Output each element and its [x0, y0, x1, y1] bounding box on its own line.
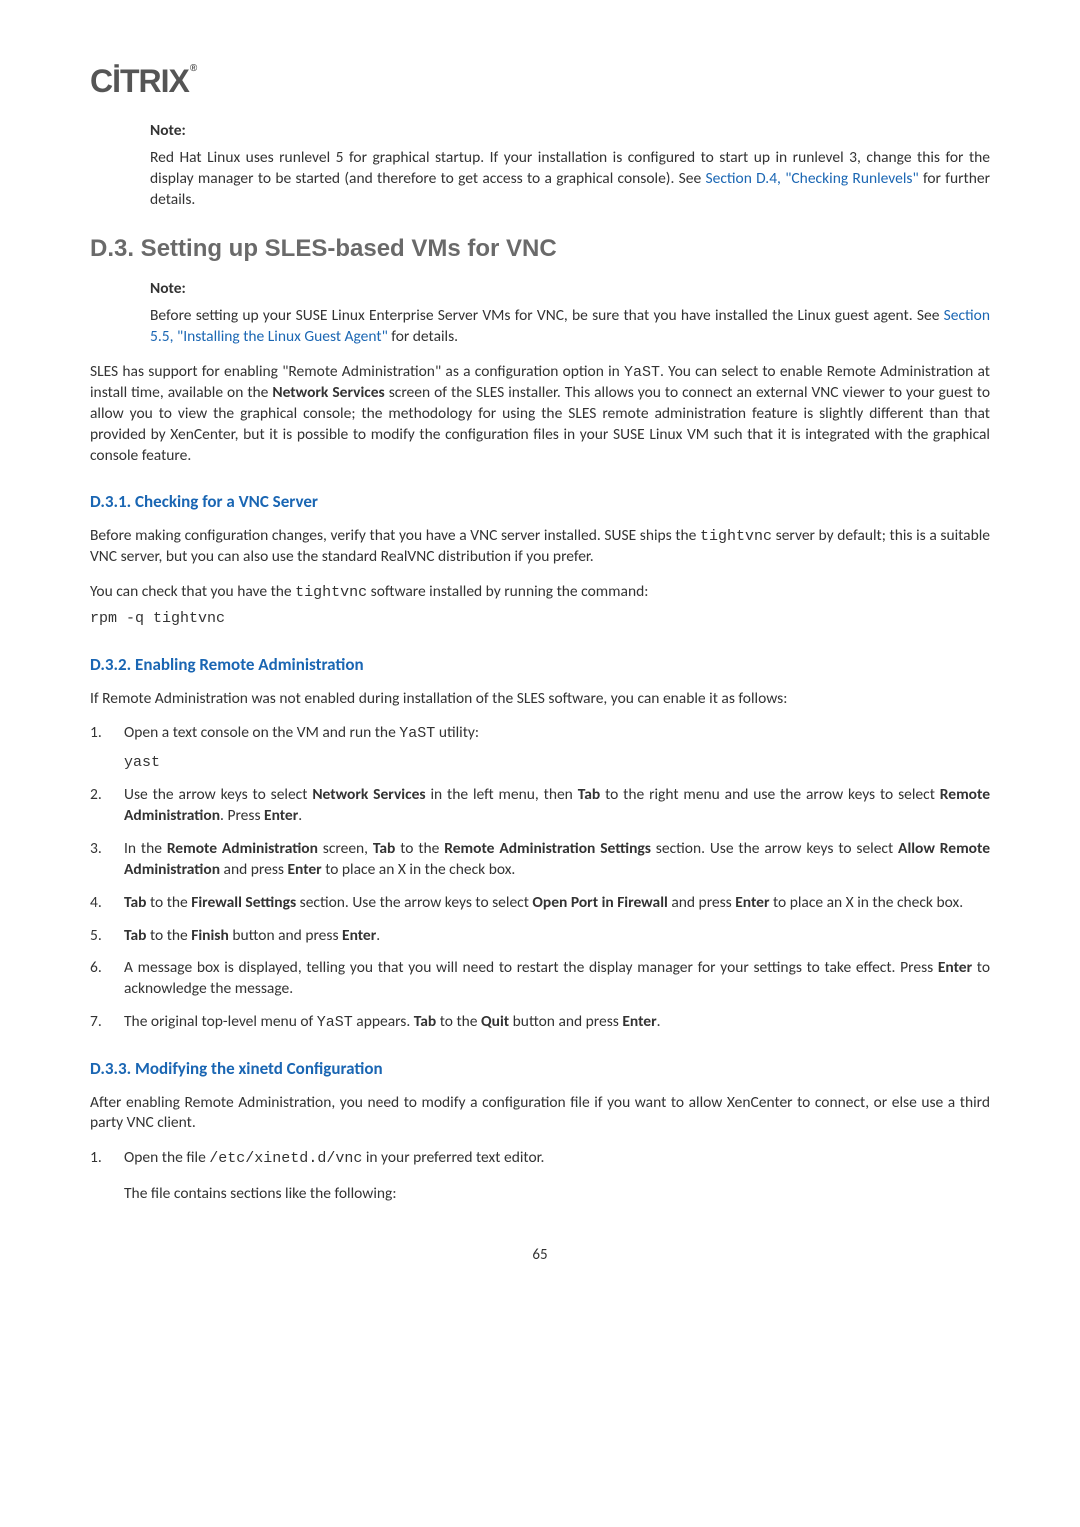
code-tightvnc: tightvnc: [295, 584, 367, 601]
list-item: The original top-level menu of YaST appe…: [90, 1012, 990, 1033]
steps-d33: Open the file /etc/xinetd.d/vnc in your …: [90, 1148, 990, 1204]
para-d32: If Remote Administration was not enabled…: [90, 689, 990, 710]
list-item: Tab to the Firewall Settings section. Us…: [90, 893, 990, 914]
heading-d31: D.3.1. Checking for a VNC Server: [90, 491, 990, 514]
para-d31-a: Before making configuration changes, ver…: [90, 526, 990, 568]
note-block-1: Note: Red Hat Linux uses runlevel 5 for …: [150, 121, 990, 211]
text: appears. Tab to the Quit button and pres…: [353, 1012, 661, 1031]
heading-d3: D.3. Setting up SLES-based VMs for VNC: [90, 233, 990, 265]
list-item: Use the arrow keys to select Network Ser…: [90, 785, 990, 827]
note-label: Note:: [150, 279, 990, 300]
note-text: Red Hat Linux uses runlevel 5 for graphi…: [150, 148, 990, 211]
para-sles-intro: SLES has support for enabling "Remote Ad…: [90, 362, 990, 467]
bold-network-services: Network Services: [272, 383, 384, 402]
note2-text-b: for details.: [388, 327, 458, 346]
list-item: In the Remote Administration screen, Tab…: [90, 839, 990, 881]
logo-text: CİTRIX: [90, 63, 189, 99]
note2-text-a: Before setting up your SUSE Linux Enterp…: [150, 306, 944, 325]
text: The file contains sections like the foll…: [124, 1184, 397, 1203]
text: Open a text console on the VM and run th…: [124, 723, 399, 742]
para-d33: After enabling Remote Administration, yo…: [90, 1093, 990, 1135]
text: Open the file: [124, 1148, 209, 1167]
heading-d33: D.3.3. Modifying the xinetd Configuratio…: [90, 1058, 990, 1081]
list-item: Open the file /etc/xinetd.d/vnc in your …: [90, 1148, 990, 1204]
code-block-yast: yast: [124, 753, 990, 773]
heading-d32: D.3.2. Enabling Remote Administration: [90, 654, 990, 677]
code-yast: YaST: [317, 1014, 353, 1031]
text: You can check that you have the: [90, 582, 295, 601]
list-item: A message box is displayed, telling you …: [90, 958, 990, 1000]
code-tightvnc: tightvnc: [700, 528, 772, 545]
text: software installed by running the comman…: [367, 582, 648, 601]
logo-reg: ®: [190, 63, 196, 74]
text: utility:: [435, 723, 479, 742]
text: The original top-level menu of: [124, 1012, 317, 1031]
citrix-logo: CİTRIX®: [90, 60, 990, 103]
list-item: Tab to the Finish button and press Enter…: [90, 926, 990, 947]
note-block-2: Note: Before setting up your SUSE Linux …: [150, 279, 990, 348]
text: SLES has support for enabling "Remote Ad…: [90, 362, 624, 381]
page-number: 65: [90, 1245, 990, 1265]
text: in your preferred text editor.: [362, 1148, 544, 1167]
link-checking-runlevels[interactable]: Section D.4, "Checking Runlevels": [706, 169, 919, 188]
note-text: Before setting up your SUSE Linux Enterp…: [150, 306, 990, 348]
list-item: Open a text console on the VM and run th…: [90, 723, 990, 773]
code-yast: YaST: [624, 364, 660, 381]
para-d31-b: You can check that you have the tightvnc…: [90, 582, 990, 603]
note-label: Note:: [150, 121, 990, 142]
code-yast: YaST: [399, 725, 435, 742]
code-path: /etc/xinetd.d/vnc: [209, 1150, 362, 1167]
code-block-rpm: rpm -q tightvnc: [90, 609, 990, 629]
text: Before making configuration changes, ver…: [90, 526, 700, 545]
steps-d32: Open a text console on the VM and run th…: [90, 723, 990, 1033]
